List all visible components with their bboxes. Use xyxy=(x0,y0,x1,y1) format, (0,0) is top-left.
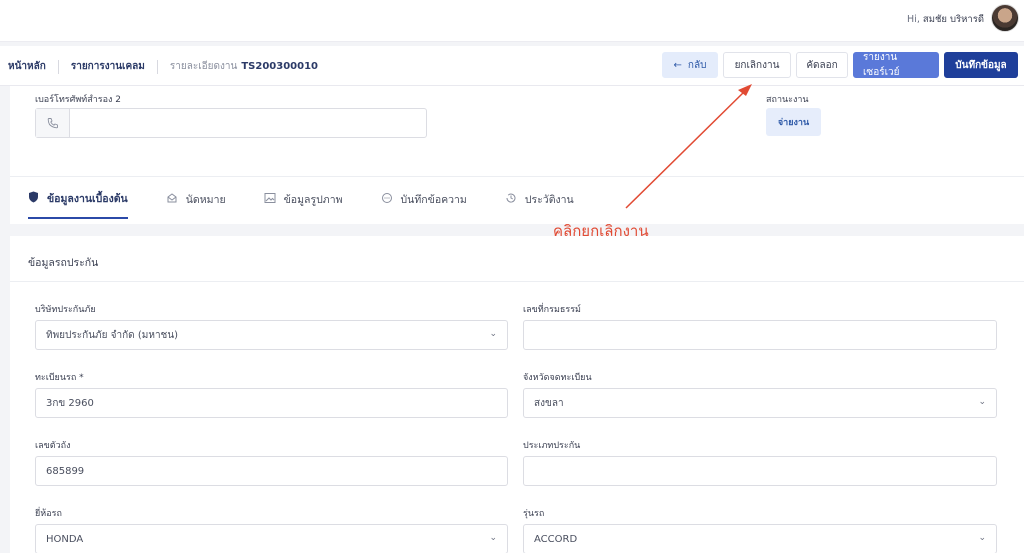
tab-basic-info[interactable]: ข้อมูลงานเบื้องต้น xyxy=(28,190,128,219)
status-badge: จ่ายงาน xyxy=(766,108,821,136)
brand-select[interactable]: HONDA ⌄ xyxy=(35,524,508,553)
phone2-label: เบอร์โทรศัพท์สำรอง 2 xyxy=(35,95,121,105)
phone2-field[interactable] xyxy=(35,108,427,138)
top-bar: Hi, สมชัย บริหารดี xyxy=(0,0,1024,42)
status-label: สถานะงาน xyxy=(766,95,809,105)
insurer-label: บริษัทประกันภัย xyxy=(35,305,96,315)
tab-label: ประวัติงาน xyxy=(524,194,574,206)
tab-label: นัดหมาย xyxy=(185,194,226,206)
plate-label: ทะเบียนรถ * xyxy=(35,373,84,383)
vehicle-info-panel: ข้อมูลรถประกัน บริษัทประกันภัย ทิพยประกั… xyxy=(10,236,1024,553)
breadcrumb-claims[interactable]: รายการงานเคลม xyxy=(71,59,145,74)
province-select[interactable]: สงขลา ⌄ xyxy=(523,388,997,418)
section-title: ข้อมูลรถประกัน xyxy=(28,257,99,269)
model-select[interactable]: ACCORD ⌄ xyxy=(523,524,997,553)
back-label: กลับ xyxy=(687,59,707,71)
image-icon xyxy=(264,192,276,207)
plate-value: 3กข 2960 xyxy=(46,397,94,409)
chassis-input[interactable]: 685899 xyxy=(35,456,508,486)
arrow-left-icon: ← xyxy=(673,59,682,71)
model-label: รุ่นรถ xyxy=(523,509,545,519)
chassis-value: 685899 xyxy=(46,465,85,477)
insurance-type-label: ประเภทประกัน xyxy=(523,441,581,451)
tab-history[interactable]: ประวัติงาน xyxy=(505,190,574,219)
section-divider xyxy=(10,281,1024,282)
chevron-down-icon: ⌄ xyxy=(489,533,497,543)
breadcrumb-divider xyxy=(156,59,158,74)
annotation-text: คลิกยกเลิกงาน xyxy=(553,222,649,240)
survey-report-button[interactable]: รายงานเซอร์เวย์ xyxy=(853,52,939,78)
insurer-select[interactable]: ทิพยประกันภัย จำกัด (มหาชน) ⌄ xyxy=(35,320,508,350)
tab-bar: ข้อมูลงานเบื้องต้น นัดหมาย ข้อมูลรูปภาพ … xyxy=(28,190,612,219)
chassis-label: เลขตัวถัง xyxy=(35,441,71,451)
plate-input[interactable]: 3กข 2960 xyxy=(35,388,508,418)
province-label: จังหวัดจดทะเบียน xyxy=(523,373,592,383)
action-bar: หน้าหลัก รายการงานเคลม รายละเอียดงาน TS2… xyxy=(0,46,1024,86)
policy-input[interactable] xyxy=(523,320,997,350)
breadcrumb-divider xyxy=(57,59,59,74)
avatar[interactable] xyxy=(991,4,1019,32)
tabs-divider xyxy=(10,176,1024,177)
phone-icon xyxy=(36,109,70,137)
breadcrumb-home[interactable]: หน้าหลัก xyxy=(8,59,46,74)
chevron-down-icon: ⌄ xyxy=(978,397,986,407)
job-header-panel: เบอร์โทรศัพท์สำรอง 2 สถานะงาน จ่ายงาน ข้… xyxy=(10,86,1024,224)
shield-icon xyxy=(28,191,39,206)
toolbar-actions: ← กลับ ยกเลิกงาน คัดลอก รายงานเซอร์เวย์ … xyxy=(662,52,1018,78)
tab-appointment[interactable]: นัดหมาย xyxy=(166,190,226,219)
chevron-down-icon: ⌄ xyxy=(489,329,497,339)
policy-label: เลขที่กรมธรรม์ xyxy=(523,305,581,315)
tab-label: บันทึกข้อความ xyxy=(400,194,467,206)
breadcrumb: หน้าหลัก รายการงานเคลม รายละเอียดงาน TS2… xyxy=(8,59,318,74)
brand-label: ยี่ห้อรถ xyxy=(35,509,62,519)
back-button[interactable]: ← กลับ xyxy=(662,52,718,78)
model-value: ACCORD xyxy=(534,533,578,545)
tab-images[interactable]: ข้อมูลรูปภาพ xyxy=(264,190,343,219)
tab-label: ข้อมูลรูปภาพ xyxy=(283,194,343,206)
user-name[interactable]: สมชัย บริหารดี xyxy=(923,14,984,25)
province-value: สงขลา xyxy=(534,397,564,409)
breadcrumb-job-id: TS200300010 xyxy=(241,61,319,72)
tab-notes[interactable]: บันทึกข้อความ xyxy=(381,190,467,219)
breadcrumb-detail-label: รายละเอียดงาน xyxy=(169,61,238,72)
greeting-prefix: Hi, xyxy=(907,14,920,25)
insurer-value: ทิพยประกันภัย จำกัด (มหาชน) xyxy=(46,329,179,341)
chat-icon xyxy=(381,192,393,207)
chevron-down-icon: ⌄ xyxy=(978,533,986,543)
tab-label: ข้อมูลงานเบื้องต้น xyxy=(47,193,128,205)
calendar-icon xyxy=(166,192,178,207)
insurance-type-input[interactable] xyxy=(523,456,997,486)
save-button[interactable]: บันทึกข้อมูล xyxy=(944,52,1018,78)
user-greeting: Hi, สมชัย บริหารดี xyxy=(907,12,984,27)
cancel-job-button[interactable]: ยกเลิกงาน xyxy=(723,52,791,78)
copy-button[interactable]: คัดลอก xyxy=(796,52,848,78)
brand-value: HONDA xyxy=(46,533,84,545)
history-icon xyxy=(505,192,517,207)
